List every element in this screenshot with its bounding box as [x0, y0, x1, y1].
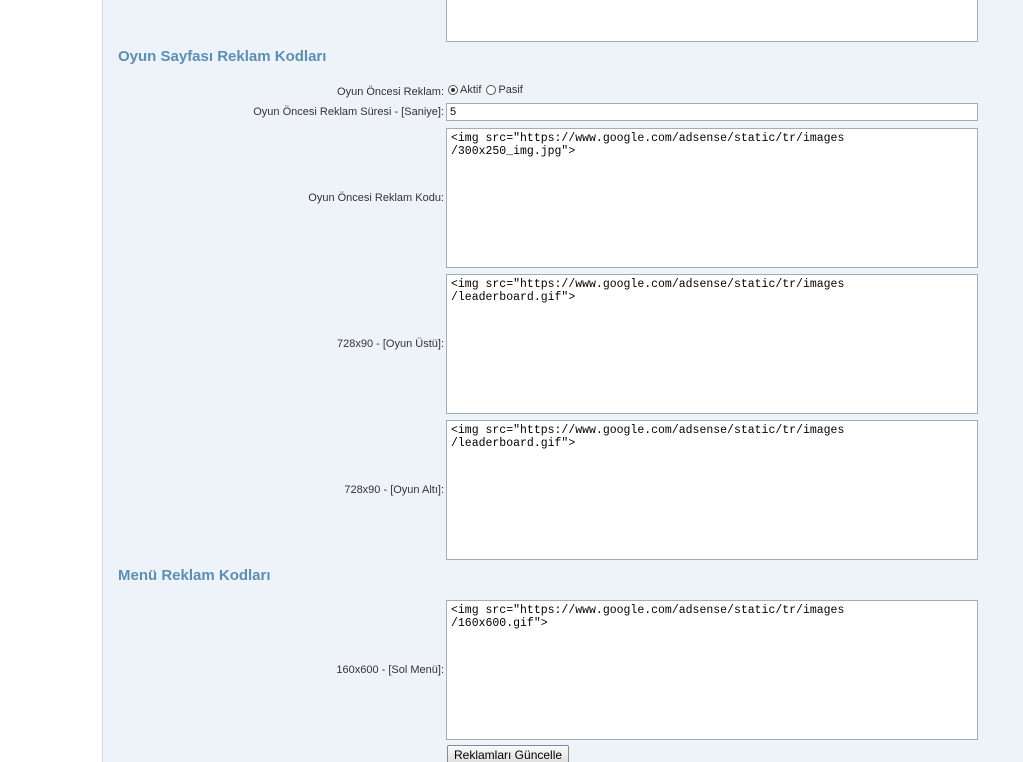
game-bottom-textarea[interactable]: <img src="https://www.google.com/adsense… — [446, 420, 978, 560]
page: Oyun Sayfası Reklam Kodları Oyun Öncesi … — [0, 0, 1023, 762]
pre-game-ad-label: Oyun Öncesi Reklam: — [337, 86, 444, 98]
update-ads-button[interactable]: Reklamları Güncelle — [447, 745, 570, 762]
radio-pasif-label[interactable]: Pasif — [498, 84, 522, 96]
previous-textarea[interactable] — [446, 0, 978, 42]
section-title-menu: Menü Reklam Kodları — [118, 567, 271, 584]
radio-pasif[interactable] — [486, 85, 497, 95]
game-bottom-label: 728x90 - [Oyun Altı]: — [344, 484, 444, 496]
pre-game-code-textarea[interactable]: <img src="https://www.google.com/adsense… — [446, 128, 978, 268]
radio-aktif-label[interactable]: Aktif — [460, 84, 481, 96]
pre-game-code-label: Oyun Öncesi Reklam Kodu: — [308, 192, 444, 204]
section-title-game-page: Oyun Sayfası Reklam Kodları — [118, 48, 327, 65]
pre-game-ad-radio-group: Aktif Pasif — [448, 84, 528, 96]
radio-aktif[interactable] — [448, 85, 458, 95]
left-menu-textarea[interactable]: <img src="https://www.google.com/adsense… — [446, 600, 978, 740]
pre-game-duration-label: Oyun Öncesi Reklam Süresi - [Saniye]: — [253, 106, 444, 118]
game-top-textarea[interactable]: <img src="https://www.google.com/adsense… — [446, 274, 978, 414]
game-top-label: 728x90 - [Oyun Üstü]: — [337, 338, 444, 350]
pre-game-duration-input[interactable]: 5 — [446, 103, 978, 121]
left-menu-label: 160x600 - [Sol Menü]: — [336, 664, 444, 676]
